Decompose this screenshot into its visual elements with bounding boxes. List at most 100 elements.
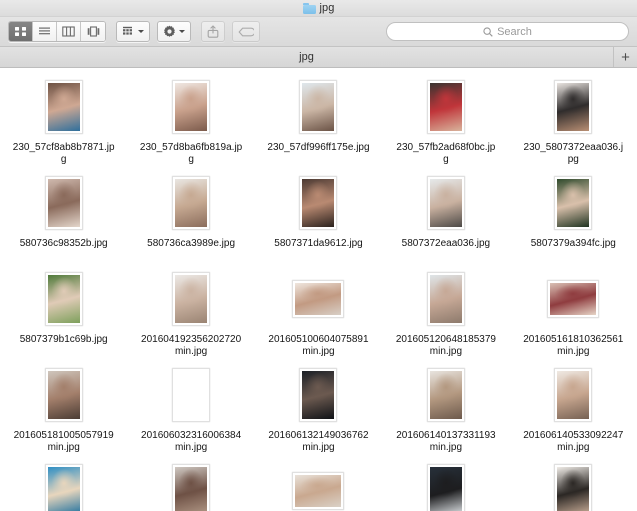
file-thumbnail (299, 80, 338, 134)
file-item[interactable] (0, 458, 127, 511)
thumbnail-box (299, 172, 338, 234)
file-item[interactable]: 230_57cf8ab8b7871.jpg (0, 74, 127, 170)
file-name-label: 201605181005057919min.jpg (13, 430, 114, 453)
tab-jpg[interactable]: jpg (0, 47, 613, 67)
file-item[interactable] (382, 458, 509, 511)
file-item[interactable] (510, 458, 637, 511)
photo-preview (175, 83, 208, 131)
arrange-by-button[interactable] (116, 21, 150, 42)
photo-preview (429, 179, 462, 227)
search-placeholder: Search (497, 25, 532, 38)
file-thumbnail (426, 368, 465, 422)
file-item[interactable]: 201606140137331193min.jpg (382, 362, 509, 458)
gear-icon (163, 25, 175, 37)
photo-preview (175, 179, 208, 227)
file-name-label: 230_57fb2ad68f0bc.jpg (396, 142, 496, 165)
file-item[interactable]: 5807371da9612.jpg (255, 170, 382, 266)
file-item[interactable]: 201606132149036762min.jpg (255, 362, 382, 458)
file-item[interactable]: 201605161810362561min.jpg (510, 266, 637, 362)
thumbnail-box (299, 76, 338, 138)
file-item[interactable] (127, 458, 254, 511)
file-thumbnail (172, 80, 211, 134)
file-item[interactable]: 201604192356202720min.jpg (127, 266, 254, 362)
photo-preview (47, 371, 80, 419)
chevron-down-icon (138, 30, 144, 33)
photo-preview (175, 275, 208, 323)
file-thumbnail (44, 368, 83, 422)
thumbnail-box (172, 268, 211, 330)
photo-preview (47, 83, 80, 131)
file-item[interactable] (255, 458, 382, 511)
icon-view-button[interactable] (9, 22, 33, 41)
gallery-view-button[interactable] (81, 22, 105, 41)
file-item[interactable]: 5807379b1c69b.jpg (0, 266, 127, 362)
thumbnail-box (554, 76, 593, 138)
photo-preview (302, 371, 335, 419)
photo-preview (429, 275, 462, 323)
column-view-button[interactable] (57, 22, 81, 41)
file-name-label: 5807371da9612.jpg (274, 238, 363, 249)
file-item[interactable]: 201605181005057919min.jpg (0, 362, 127, 458)
file-item[interactable]: 201605100604075891min.jpg (255, 266, 382, 362)
file-thumbnail (426, 176, 465, 230)
file-name-label: 230_57cf8ab8b7871.jpg (12, 142, 115, 165)
thumbnail-box (292, 268, 345, 330)
file-item[interactable]: 230_57fb2ad68f0bc.jpg (382, 74, 509, 170)
tags-button[interactable] (232, 21, 260, 42)
file-thumbnail (547, 280, 600, 318)
finder-window: jpg Search jpg + 230_57cf8ab8b7871.jpg 2… (0, 0, 637, 511)
file-item[interactable]: 230_5807372eaa036.jpg (510, 74, 637, 170)
photo-preview (295, 475, 342, 507)
thumbnail-box (554, 364, 593, 426)
file-thumbnail (426, 80, 465, 134)
photo-preview (557, 179, 590, 227)
file-name-label: 201606140137331193min.jpg (396, 430, 496, 453)
columns-icon (62, 26, 75, 37)
window-title-group: jpg (302, 2, 335, 15)
chevron-down-icon (179, 30, 185, 33)
file-name-label: 201605120648185379min.jpg (395, 334, 496, 357)
file-item[interactable]: 230_57d8ba6fb819a.jpg (127, 74, 254, 170)
thumbnail-box (426, 172, 465, 234)
thumbnail-box (44, 172, 83, 234)
thumbnail-box (426, 76, 465, 138)
share-button[interactable] (201, 21, 225, 42)
file-thumbnail (172, 272, 211, 326)
coverflow-icon (87, 26, 99, 37)
file-item[interactable]: 230_57df996ff175e.jpg (255, 74, 382, 170)
photo-preview (557, 83, 590, 131)
folder-icon (302, 2, 316, 14)
action-menu-button[interactable] (157, 21, 191, 42)
thumbnail-box (426, 460, 465, 511)
file-item[interactable]: 580736c98352b.jpg (0, 170, 127, 266)
file-thumbnail (554, 464, 593, 511)
thumbnail-box (172, 76, 211, 138)
thumbnail-box (292, 460, 345, 511)
file-item[interactable]: 201606032316006384min.jpg (127, 362, 254, 458)
thumbnail-box (547, 268, 600, 330)
search-field[interactable]: Search (386, 22, 629, 41)
thumbnail-box (426, 364, 465, 426)
thumbnail-box (172, 172, 211, 234)
file-item[interactable]: 580736ca3989e.jpg (127, 170, 254, 266)
thumbnail-box (554, 460, 593, 511)
file-item[interactable]: 201605120648185379min.jpg (382, 266, 509, 362)
view-mode-segmented-control[interactable] (8, 21, 106, 42)
file-item[interactable]: 201606140533092247min.jpg (510, 362, 637, 458)
thumbnail-box (554, 172, 593, 234)
file-thumbnail (299, 176, 338, 230)
file-list-area[interactable]: 230_57cf8ab8b7871.jpg 230_57d8ba6fb819a.j… (0, 68, 637, 511)
photo-preview (557, 371, 590, 419)
photo-preview (47, 467, 80, 511)
file-thumbnail (554, 80, 593, 134)
photo-preview (550, 283, 597, 315)
list-view-button[interactable] (33, 22, 57, 41)
file-thumbnail (299, 368, 338, 422)
file-item[interactable]: 5807379a394fc.jpg (510, 170, 637, 266)
file-item[interactable]: 5807372eaa036.jpg (382, 170, 509, 266)
file-name-label: 5807379a394fc.jpg (530, 238, 616, 249)
file-thumbnail (554, 176, 593, 230)
new-tab-button[interactable]: + (613, 47, 637, 67)
file-name-label: 201606132149036762min.jpg (268, 430, 369, 453)
thumbnail-box (44, 76, 83, 138)
